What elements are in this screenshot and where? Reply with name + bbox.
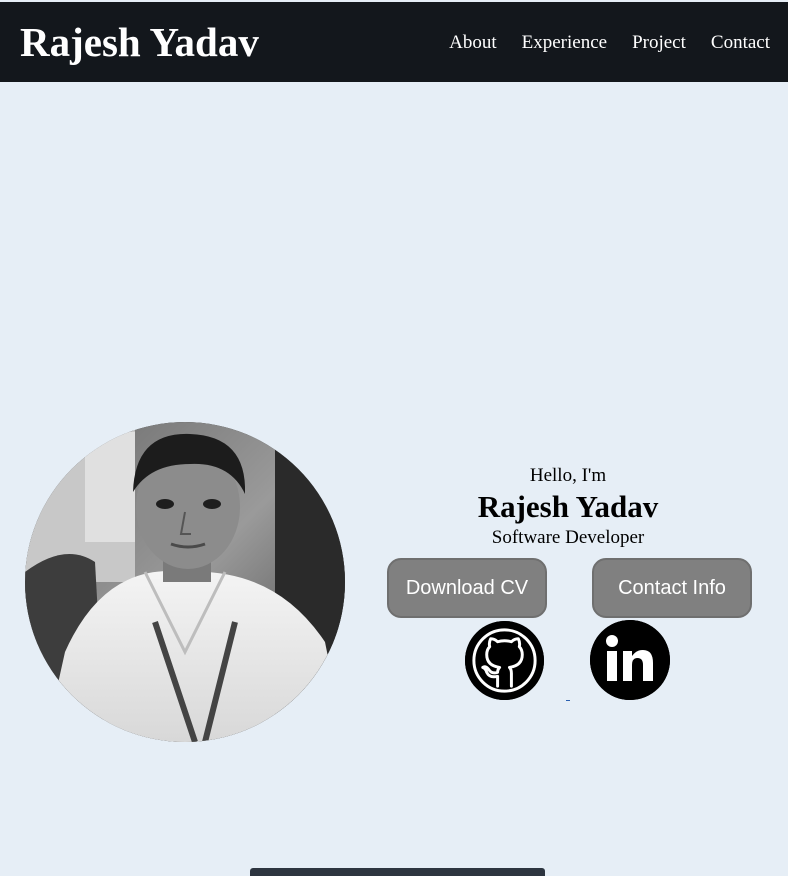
github-icon <box>465 621 544 700</box>
greeting-text: Hello, I'm <box>529 465 607 486</box>
bottom-section-bar <box>250 868 545 876</box>
nav-link-about[interactable]: About <box>449 31 497 55</box>
nav-link-project[interactable]: Project <box>632 31 686 55</box>
nav-link-contact[interactable]: Contact <box>711 31 770 55</box>
profile-title: Software Developer <box>491 527 645 548</box>
linkedin-link[interactable] <box>590 620 670 700</box>
github-link[interactable] <box>465 621 544 700</box>
linkedin-icon <box>590 620 670 700</box>
intro-section: Hello, I'm Rajesh Yadav Software Develop… <box>386 462 750 551</box>
nav-link-experience[interactable]: Experience <box>522 31 607 55</box>
link-underline <box>566 700 570 701</box>
download-cv-button[interactable]: Download CV <box>387 558 547 618</box>
profile-photo-illustration <box>25 422 345 742</box>
nav-links: About Experience Project Contact <box>449 31 770 55</box>
profile-name: Rajesh Yadav <box>477 489 659 524</box>
brand-title[interactable]: Rajesh Yadav <box>20 19 259 65</box>
contact-info-button[interactable]: Contact Info <box>592 558 752 618</box>
navbar: Rajesh Yadav About Experience Project Co… <box>0 2 788 82</box>
profile-picture <box>25 422 345 742</box>
